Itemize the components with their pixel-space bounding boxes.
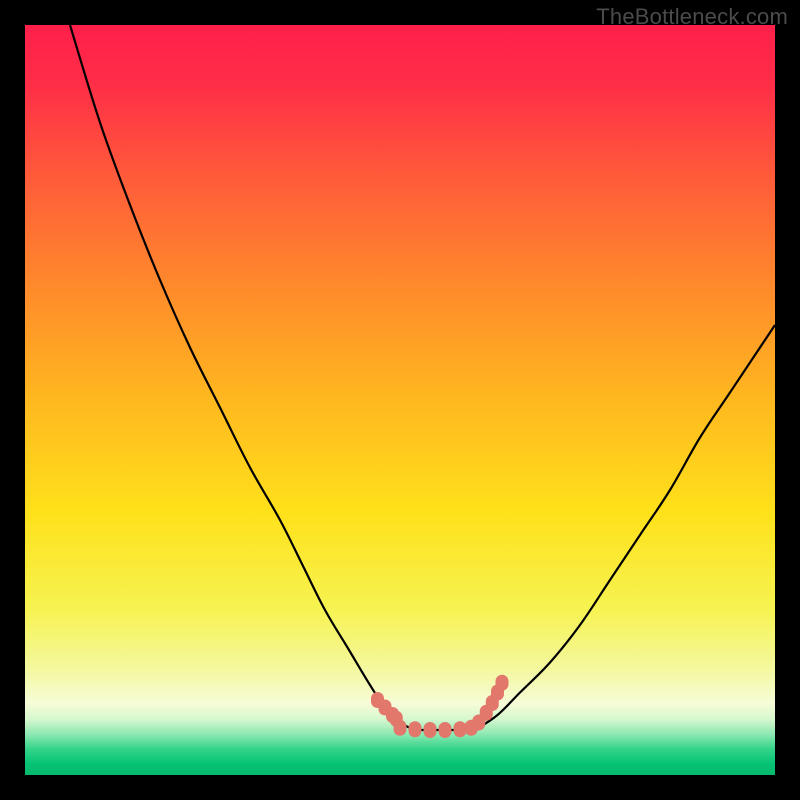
- marker-group: [371, 675, 509, 738]
- watermark-text: TheBottleneck.com: [596, 4, 788, 30]
- curve-layer: [25, 25, 775, 775]
- marker-dot: [424, 722, 437, 738]
- marker-dot: [439, 722, 452, 738]
- chart-frame: TheBottleneck.com: [0, 0, 800, 800]
- curve-right-branch: [475, 325, 775, 730]
- marker-dot: [409, 721, 422, 737]
- marker-dot: [394, 720, 407, 736]
- marker-dot: [454, 721, 467, 737]
- plot-area: [25, 25, 775, 775]
- curve-left-branch: [70, 25, 415, 730]
- marker-dot: [496, 675, 509, 691]
